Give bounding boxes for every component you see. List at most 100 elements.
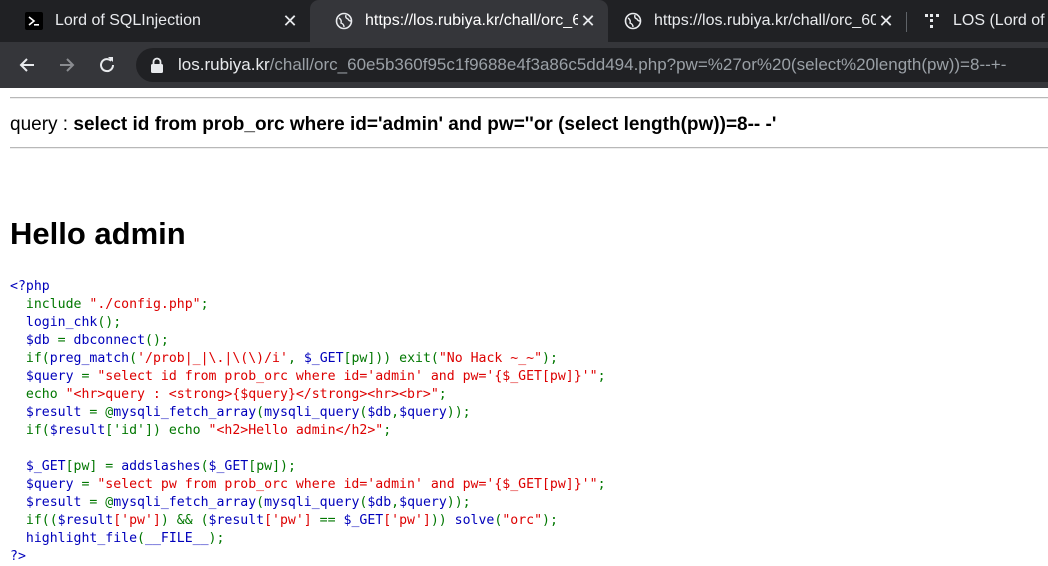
tab-close-icon[interactable]: ✕ <box>280 11 300 31</box>
code-token: "select id from prob_orc where id='admin… <box>97 369 598 384</box>
code-token: dbconnect <box>73 333 146 348</box>
code-token: $_GET <box>25 459 66 474</box>
code-token: = <box>73 477 98 492</box>
code-token: if( <box>25 351 50 366</box>
tab-los[interactable]: LOS (Lord of SQLInjection) <box>907 0 1048 42</box>
globe-icon <box>335 12 353 30</box>
code-token: addslashes <box>121 459 201 474</box>
code-token: ['pw'] <box>383 513 431 528</box>
code-close-tag: ?> <box>10 549 26 564</box>
code-token: $_GET <box>303 351 344 366</box>
code-token: mysqli_query <box>264 405 360 420</box>
code-token: ( <box>256 495 265 510</box>
code-token: ( <box>256 405 265 420</box>
tab-title: Lord of SQLInjection <box>55 12 201 29</box>
code-token: ); <box>280 459 296 474</box>
code-token: = <box>49 333 74 348</box>
code-token: ['id'] <box>105 423 153 438</box>
code-token: $result <box>25 495 82 510</box>
globe-icon <box>624 12 642 30</box>
code-token: $db <box>25 333 50 348</box>
forward-arrow-icon <box>60 58 75 72</box>
divider-top <box>10 97 1048 99</box>
code-token: solve <box>454 513 495 528</box>
tab-lord-of-sqlinjection[interactable]: Lord of SQLInjection ✕ <box>0 0 310 42</box>
tab-close-icon[interactable]: ✕ <box>876 11 896 31</box>
reload-button[interactable] <box>93 51 121 79</box>
code-token: = @ <box>81 495 114 510</box>
code-token: ); <box>542 513 558 528</box>
code-token: if( <box>25 423 50 438</box>
code-token: )) <box>375 351 400 366</box>
code-token: $result <box>49 423 106 438</box>
back-button[interactable] <box>13 51 41 79</box>
code-token: ['pw'] <box>264 513 312 528</box>
code-token: mysqli_fetch_array <box>113 405 257 420</box>
tab-orc-active[interactable]: https://los.rubiya.kr/chall/orc_60e5b360… <box>310 0 608 42</box>
code-open-tag: <?php <box>10 279 50 294</box>
code-token: $result <box>25 405 82 420</box>
code-token: ['pw'] <box>113 513 161 528</box>
los-favicon-icon <box>25 12 43 30</box>
code-token: [pw] <box>65 459 98 474</box>
tab-orc-second[interactable]: https://los.rubiya.kr/chall/orc_60e5b360… <box>608 0 906 42</box>
page-content: query : select id from prob_orc where id… <box>0 88 1048 565</box>
code-token: $query <box>399 495 447 510</box>
code-token: (); <box>145 333 169 348</box>
code-token: [pw] <box>343 351 376 366</box>
code-token: $db <box>367 495 392 510</box>
code-token: = <box>73 369 98 384</box>
code-token: echo <box>25 387 66 402</box>
browser-toolbar: los.rubiya.kr/chall/orc_60e5b360f95c1f96… <box>0 42 1048 88</box>
code-token: echo <box>168 423 209 438</box>
query-label: query : <box>10 114 74 135</box>
code-token: ( <box>200 459 209 474</box>
code-token: ( <box>129 351 138 366</box>
code-token: ; <box>383 423 392 438</box>
code-token: "select pw from prob_orc where id='admin… <box>97 477 598 492</box>
code-token: mysqli_query <box>264 495 360 510</box>
code-token: $_GET <box>208 459 249 474</box>
code-token: if(( <box>25 513 58 528</box>
code-token: ); <box>208 531 225 546</box>
code-token: "<h2>Hello admin</h2>" <box>208 423 384 438</box>
code-token: )) <box>430 513 455 528</box>
code-token: highlight_file <box>25 531 138 546</box>
code-token: ) && ( <box>160 513 209 528</box>
code-token: , <box>391 495 400 510</box>
code-token: $result <box>208 513 265 528</box>
hello-heading: Hello admin <box>10 216 186 251</box>
tab-close-icon[interactable]: ✕ <box>578 11 598 31</box>
code-token: "<hr>query : <strong>{$query}</strong><h… <box>65 387 439 402</box>
code-token: (); <box>97 315 122 330</box>
code-token: ); <box>542 351 558 366</box>
query-line: query : select id from prob_orc where id… <box>10 114 776 136</box>
address-bar[interactable]: los.rubiya.kr/chall/orc_60e5b360f95c1f96… <box>136 48 1048 82</box>
url-path: /chall/orc_60e5b360f95c1f9688e4f3a86c5dd… <box>269 55 1007 74</box>
code-token: $_GET <box>343 513 384 528</box>
code-token: $query <box>399 405 447 420</box>
code-token: '/prob|_|\.|\(\)/i' <box>137 351 288 366</box>
tab-title: https://los.rubiya.kr/chall/orc_60e5b360… <box>654 12 876 29</box>
code-token: ( <box>137 531 145 546</box>
code-token: include <box>25 297 82 312</box>
code-token: $db <box>367 405 392 420</box>
back-arrow-icon <box>19 58 34 72</box>
code-token: mysqli_fetch_array <box>113 495 257 510</box>
code-token: , <box>391 405 400 420</box>
code-token: , <box>287 351 304 366</box>
code-token: $query <box>25 369 74 384</box>
forward-button[interactable] <box>53 51 81 79</box>
tab-strip: Lord of SQLInjection ✕ https://los.rubiy… <box>0 0 1048 42</box>
code-token: )); <box>446 405 471 420</box>
code-token: ) <box>152 423 169 438</box>
code-token: ; <box>597 477 606 492</box>
code-token: $query <box>25 477 74 492</box>
php-source: <?php include "./config.php"; login_chk(… <box>10 278 606 566</box>
code-token: )); <box>446 495 471 510</box>
code-token: __FILE__ <box>145 531 209 546</box>
reload-icon <box>100 57 115 73</box>
tab-title: https://los.rubiya.kr/chall/orc_60e5b360… <box>365 12 578 29</box>
code-token: = @ <box>81 405 114 420</box>
code-token: "No Hack ~_~" <box>438 351 543 366</box>
